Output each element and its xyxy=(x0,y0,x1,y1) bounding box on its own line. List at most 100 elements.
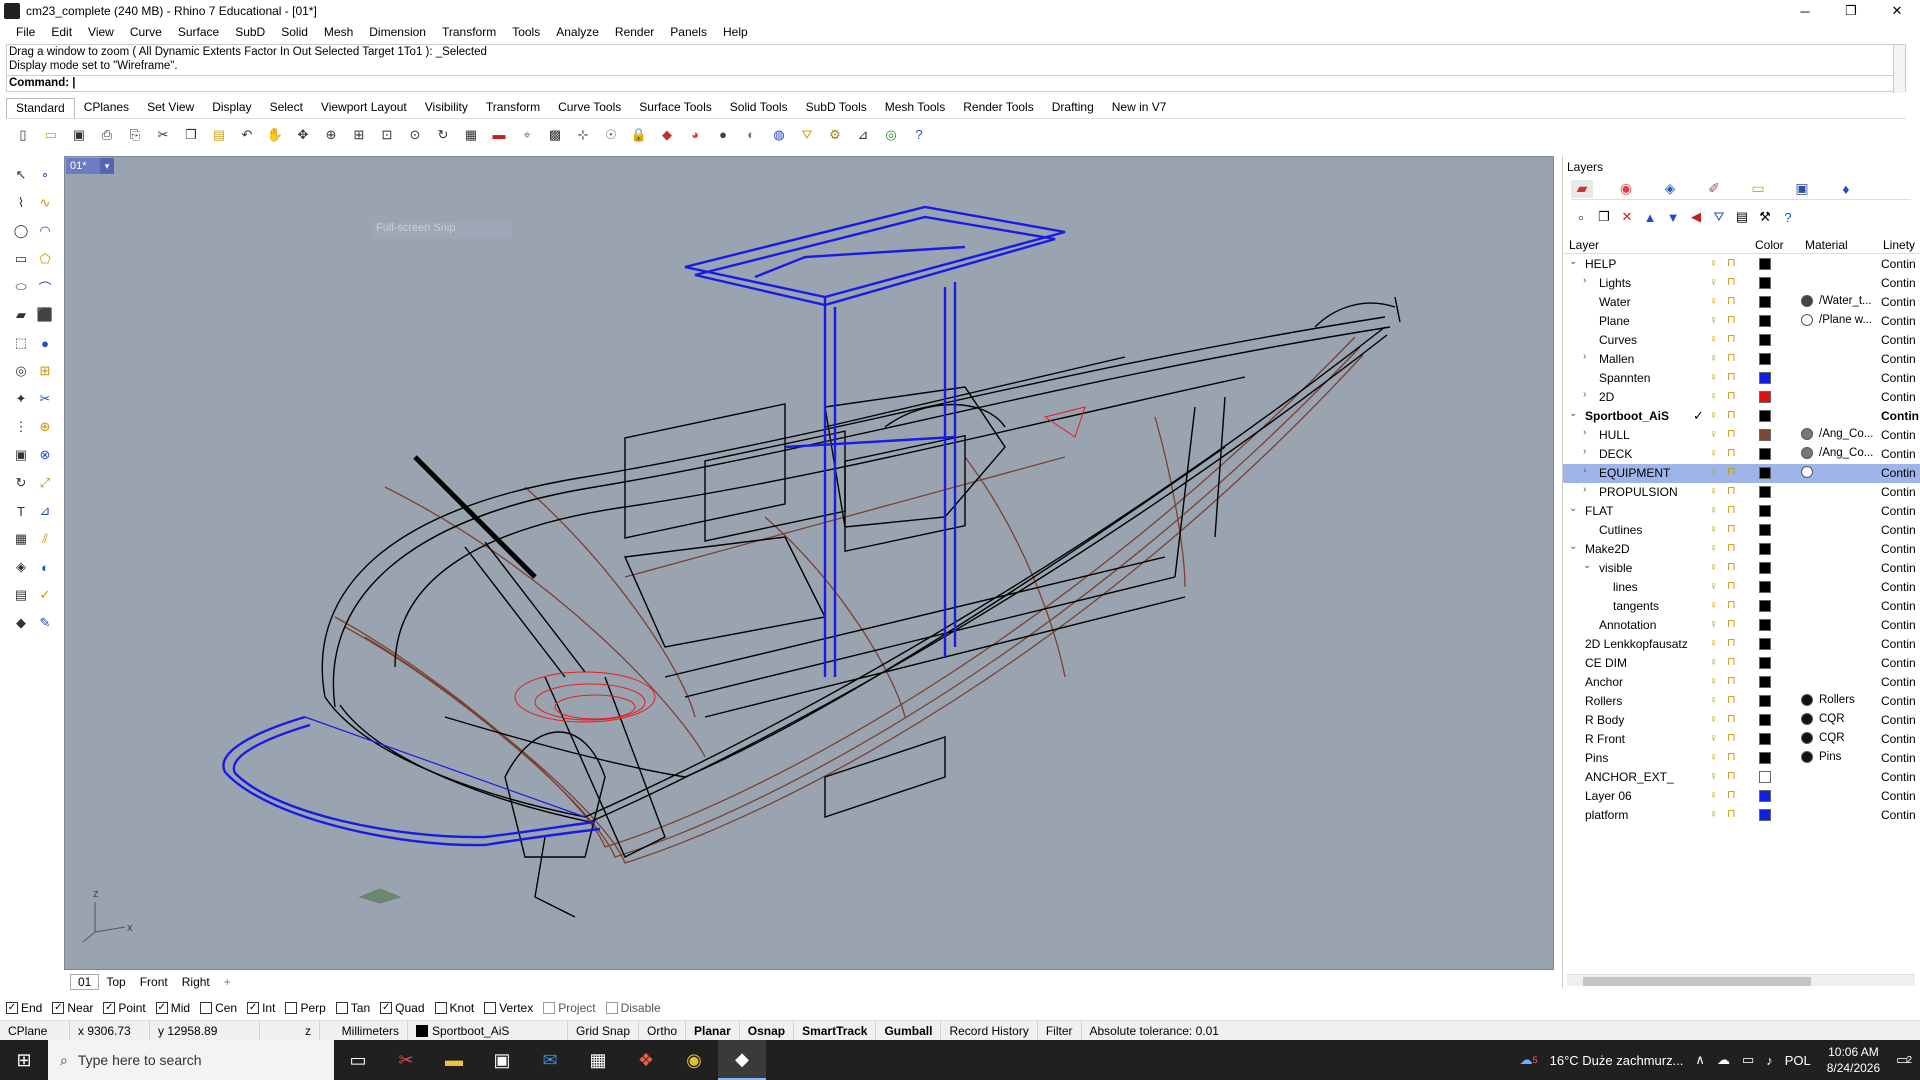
layer-row[interactable]: ⌄ Sportboot_AiS ✓ ♀ ⊓ Contin xyxy=(1563,407,1920,426)
layer-linetype[interactable]: Contin xyxy=(1881,618,1916,632)
expand-chevron-icon[interactable]: › xyxy=(1583,351,1586,362)
layer-linetype[interactable]: Contin xyxy=(1881,352,1916,366)
analyze-icon[interactable]: ◐ xyxy=(34,556,56,578)
layer-color-swatch[interactable] xyxy=(1759,334,1771,346)
layer-name[interactable]: Lights xyxy=(1599,276,1631,290)
layer-name[interactable]: Mallen xyxy=(1599,352,1634,366)
layer-linetype[interactable]: Contin xyxy=(1881,542,1916,556)
unlock-icon[interactable]: ⊓ xyxy=(1727,560,1736,573)
osnap-int[interactable]: ✓ Int xyxy=(247,1001,275,1015)
move-parent-icon[interactable]: ◀ xyxy=(1686,207,1706,227)
filter-icon[interactable]: ⛛ xyxy=(1709,207,1729,227)
expand-chevron-icon[interactable]: › xyxy=(1583,427,1586,438)
layer-name[interactable]: Pins xyxy=(1585,751,1608,765)
undo-icon[interactable]: ↶ xyxy=(236,124,258,146)
layer-row[interactable]: R Front ♀ ⊓ CQR Contin xyxy=(1563,730,1920,749)
tab-mesh-tools[interactable]: Mesh Tools xyxy=(876,98,954,118)
command-scrollbar[interactable] xyxy=(1893,45,1905,93)
group-icon[interactable]: ▣ xyxy=(10,444,32,466)
lightbulb-icon[interactable]: ♀ xyxy=(1709,750,1718,764)
lightbulb-icon[interactable]: ♀ xyxy=(1709,389,1718,403)
layer-name[interactable]: 2D xyxy=(1599,390,1614,404)
network-icon[interactable]: ▭ xyxy=(1736,1052,1760,1068)
layer-name[interactable]: EQUIPMENT xyxy=(1599,466,1670,480)
lightbulb-icon[interactable]: ♀ xyxy=(1709,788,1718,802)
split-icon[interactable]: ⋮ xyxy=(10,416,32,438)
add-view-button[interactable]: + xyxy=(217,975,238,989)
layer-linetype[interactable]: Contin xyxy=(1881,599,1916,613)
windows-start-icon[interactable]: ⊞ xyxy=(0,1040,48,1080)
unlock-icon[interactable]: ⊓ xyxy=(1727,579,1736,592)
layer-color-swatch[interactable] xyxy=(1759,790,1771,802)
layer-name[interactable]: 2D Lenkkopfausatz xyxy=(1585,637,1688,651)
layer-name[interactable]: R Body xyxy=(1585,713,1624,727)
layer-linetype[interactable]: Contin xyxy=(1881,466,1916,480)
menu-transform[interactable]: Transform xyxy=(434,25,504,39)
toggle-record-history[interactable]: Record History xyxy=(941,1020,1038,1041)
menu-analyze[interactable]: Analyze xyxy=(548,25,607,39)
layer-color-swatch[interactable] xyxy=(1759,543,1771,555)
menu-file[interactable]: File xyxy=(8,25,43,39)
layer-row[interactable]: › Lights ♀ ⊓ Contin xyxy=(1563,274,1920,293)
toggle-ortho[interactable]: Ortho xyxy=(639,1020,687,1041)
lightbulb-icon[interactable]: ♀ xyxy=(1709,655,1718,669)
layer-color-swatch[interactable] xyxy=(1759,600,1771,612)
layer-linetype[interactable]: Contin xyxy=(1881,732,1916,746)
render-icon[interactable]: ◈ xyxy=(10,556,32,578)
unlock-icon[interactable]: ⊓ xyxy=(1727,788,1736,801)
lightbulb-icon[interactable]: ♀ xyxy=(1709,522,1718,536)
lightbulb-icon[interactable]: ♀ xyxy=(1709,294,1718,308)
layer-name[interactable]: R Front xyxy=(1585,732,1625,746)
lightbulb-icon[interactable]: ♀ xyxy=(1709,503,1718,517)
unlock-icon[interactable]: ⊓ xyxy=(1727,351,1736,364)
layer-row[interactable]: ⌄ Make2D ♀ ⊓ Contin xyxy=(1563,540,1920,559)
cylinder-icon[interactable]: ◎ xyxy=(10,360,32,382)
unlock-icon[interactable]: ⊓ xyxy=(1727,522,1736,535)
layer-linetype[interactable]: Contin xyxy=(1881,428,1916,442)
layer-name[interactable]: Plane xyxy=(1599,314,1630,328)
layer-linetype[interactable]: Contin xyxy=(1881,409,1919,423)
menu-dimension[interactable]: Dimension xyxy=(361,25,434,39)
lightbulb-icon[interactable]: ♀ xyxy=(1709,275,1718,289)
layer-color-swatch[interactable] xyxy=(1759,372,1771,384)
shield-icon[interactable]: ◆ xyxy=(656,124,678,146)
globe-icon[interactable]: ◎ xyxy=(880,124,902,146)
store-icon[interactable]: ▣ xyxy=(478,1040,526,1080)
rectangle-icon[interactable]: ▭ xyxy=(10,248,32,270)
layer-color-swatch[interactable] xyxy=(1759,315,1771,327)
sphere-icon[interactable]: ● xyxy=(34,332,56,354)
unlock-icon[interactable]: ⊓ xyxy=(1727,693,1736,706)
layer-color-swatch[interactable] xyxy=(1759,296,1771,308)
gear-icon[interactable]: ⚙ xyxy=(824,124,846,146)
layer-linetype[interactable]: Contin xyxy=(1881,789,1916,803)
tools-icon[interactable]: ⚒ xyxy=(1755,207,1775,227)
join-icon[interactable]: ⊕ xyxy=(34,416,56,438)
layer-name[interactable]: Annotation xyxy=(1599,618,1656,632)
layer-color-swatch[interactable] xyxy=(1759,619,1771,631)
menu-panels[interactable]: Panels xyxy=(662,25,715,39)
layer-color-swatch[interactable] xyxy=(1759,771,1771,783)
check-icon[interactable]: ✓ xyxy=(34,584,56,606)
boolean-icon[interactable]: ⊗ xyxy=(34,444,56,466)
layer-color-swatch[interactable] xyxy=(1759,353,1771,365)
lightbulb-icon[interactable]: ♀ xyxy=(1709,446,1718,460)
lightbulb-icon[interactable]: ♀ xyxy=(1709,693,1718,707)
environment-tab-icon[interactable]: ◈ xyxy=(1659,180,1681,198)
collapse-chevron-icon[interactable]: ⌄ xyxy=(1569,541,1577,552)
collapse-chevron-icon[interactable]: ⌄ xyxy=(1569,503,1577,514)
polyline-icon[interactable]: ⌇ xyxy=(10,192,32,214)
unlock-icon[interactable]: ⊓ xyxy=(1727,370,1736,383)
mirror-icon[interactable]: ⫽ xyxy=(34,528,56,550)
tab-cplanes[interactable]: CPlanes xyxy=(75,98,138,118)
layers-horizontal-scrollbar[interactable] xyxy=(1567,974,1915,986)
layer-linetype[interactable]: Contin xyxy=(1881,485,1916,499)
layer-row[interactable]: ⌄ HELP ♀ ⊓ Contin xyxy=(1563,255,1920,274)
unlock-icon[interactable]: ⊓ xyxy=(1727,256,1736,269)
layer-row[interactable]: › DECK ♀ ⊓ /Ang_Co... Contin xyxy=(1563,445,1920,464)
toggle-osnap[interactable]: Osnap xyxy=(740,1020,795,1041)
tab-subd-tools[interactable]: SubD Tools xyxy=(797,98,876,118)
unlock-icon[interactable]: ⊓ xyxy=(1727,294,1736,307)
expand-chevron-icon[interactable]: › xyxy=(1583,275,1586,286)
color-wheel-icon[interactable]: ◕ xyxy=(684,124,706,146)
tab-transform[interactable]: Transform xyxy=(477,98,549,118)
